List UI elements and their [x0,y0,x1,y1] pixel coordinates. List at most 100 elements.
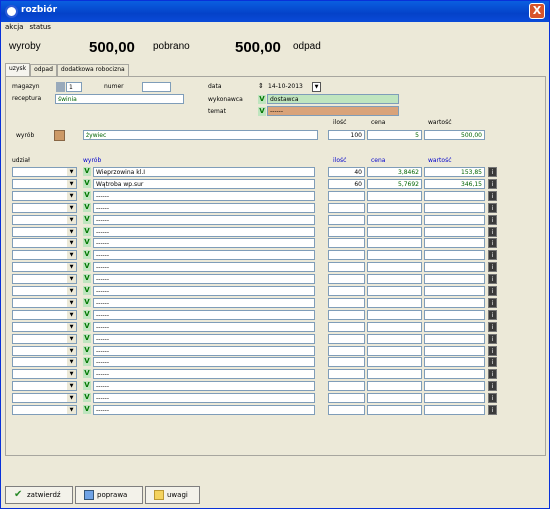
udzial-select[interactable]: ▼ [12,262,77,272]
row-ilosc[interactable]: 60 [328,179,365,189]
udzial-select[interactable]: ▼ [12,381,77,391]
udzial-select[interactable]: ▼ [12,250,77,260]
numer-field[interactable] [142,82,171,92]
date-dropdown-icon[interactable]: ▼ [312,82,321,92]
row-check-icon[interactable]: V [83,346,91,355]
row-wartosc[interactable] [424,298,485,308]
row-product-name[interactable]: ------ [93,238,315,248]
udzial-select[interactable]: ▼ [12,203,77,213]
row-ilosc[interactable] [328,310,365,320]
row-product-name[interactable]: ------ [93,310,315,320]
row-wartosc[interactable] [424,203,485,213]
temat-field[interactable]: ------ [267,106,399,116]
row-ilosc[interactable] [328,381,365,391]
row-ilosc[interactable] [328,322,365,332]
row-ilosc[interactable] [328,203,365,213]
udzial-select[interactable]: ▼ [12,167,77,177]
row-check-icon[interactable]: V [83,179,91,188]
row-wartosc[interactable] [424,334,485,344]
row-cena[interactable] [367,381,422,391]
udzial-select[interactable]: ▼ [12,286,77,296]
row-ilosc[interactable] [328,274,365,284]
udzial-select[interactable]: ▼ [12,369,77,379]
row-product-name[interactable]: ------ [93,346,315,356]
row-product-name[interactable]: ------ [93,393,315,403]
row-check-icon[interactable]: V [83,357,91,366]
row-info-icon[interactable]: i [488,334,497,344]
row-ilosc[interactable] [328,298,365,308]
udzial-select[interactable]: ▼ [12,227,77,237]
row-cena[interactable] [367,227,422,237]
receptura-field[interactable]: świnia [55,94,184,104]
row-ilosc[interactable] [328,393,365,403]
udzial-select[interactable]: ▼ [12,405,77,415]
row-product-name[interactable]: ------ [93,334,315,344]
udzial-select[interactable]: ▼ [12,179,77,189]
row-wartosc[interactable] [424,381,485,391]
row-product-name[interactable]: ------ [93,262,315,272]
row-check-icon[interactable]: V [83,227,91,236]
magazyn-icon[interactable] [56,82,65,92]
row-info-icon[interactable]: i [488,346,497,356]
row-info-icon[interactable]: i [488,215,497,225]
row-check-icon[interactable]: V [83,393,91,402]
row-product-name[interactable]: ------ [93,191,315,201]
row-ilosc[interactable] [328,262,365,272]
row-wartosc[interactable] [424,238,485,248]
row-check-icon[interactable]: V [83,298,91,307]
row-cena[interactable] [367,322,422,332]
uwagi-button[interactable]: uwagi [145,486,200,504]
row-cena[interactable] [367,405,422,415]
row-check-icon[interactable]: V [83,167,91,176]
row-info-icon[interactable]: i [488,262,497,272]
row-product-name[interactable]: ------ [93,381,315,391]
row-info-icon[interactable]: i [488,298,497,308]
row-cena[interactable] [367,262,422,272]
row-info-icon[interactable]: i [488,405,497,415]
udzial-select[interactable]: ▼ [12,215,77,225]
data-field[interactable]: 14-10-2013 [266,82,311,92]
row-wartosc[interactable] [424,250,485,260]
row-wartosc[interactable] [424,405,485,415]
row-cena[interactable]: 5,7692 [367,179,422,189]
udzial-select[interactable]: ▼ [12,393,77,403]
row-info-icon[interactable]: i [488,393,497,403]
row-cena[interactable] [367,215,422,225]
row-product-name[interactable]: ------ [93,227,315,237]
row-info-icon[interactable]: i [488,381,497,391]
row-check-icon[interactable]: V [83,238,91,247]
wyrob-cena-field[interactable]: 5 [367,130,422,140]
row-check-icon[interactable]: V [83,310,91,319]
row-check-icon[interactable]: V [83,274,91,283]
udzial-select[interactable]: ▼ [12,191,77,201]
wyrob-ilosc-field[interactable]: 100 [328,130,365,140]
row-wartosc[interactable] [424,215,485,225]
row-ilosc[interactable] [328,191,365,201]
row-ilosc[interactable] [328,346,365,356]
close-button[interactable]: X [529,3,545,19]
row-info-icon[interactable]: i [488,238,497,248]
row-cena[interactable] [367,191,422,201]
zatwierdz-button[interactable]: ✔ zatwierdź [5,486,73,504]
row-check-icon[interactable]: V [83,215,91,224]
wyrob-field[interactable]: żywiec [83,130,318,140]
row-wartosc[interactable] [424,274,485,284]
row-product-name[interactable]: ------ [93,250,315,260]
row-check-icon[interactable]: V [83,322,91,331]
poprawa-button[interactable]: poprawa [75,486,143,504]
menu-status[interactable]: status [29,23,51,33]
row-info-icon[interactable]: i [488,167,497,177]
row-ilosc[interactable] [328,369,365,379]
row-info-icon[interactable]: i [488,310,497,320]
menu-akcja[interactable]: akcja [5,23,23,33]
row-ilosc[interactable] [328,238,365,248]
udzial-select[interactable]: ▼ [12,310,77,320]
row-info-icon[interactable]: i [488,369,497,379]
row-product-name[interactable]: ------ [93,405,315,415]
row-check-icon[interactable]: V [83,262,91,271]
row-cena[interactable] [367,369,422,379]
row-info-icon[interactable]: i [488,322,497,332]
row-wartosc[interactable] [424,286,485,296]
row-check-icon[interactable]: V [83,286,91,295]
row-info-icon[interactable]: i [488,227,497,237]
